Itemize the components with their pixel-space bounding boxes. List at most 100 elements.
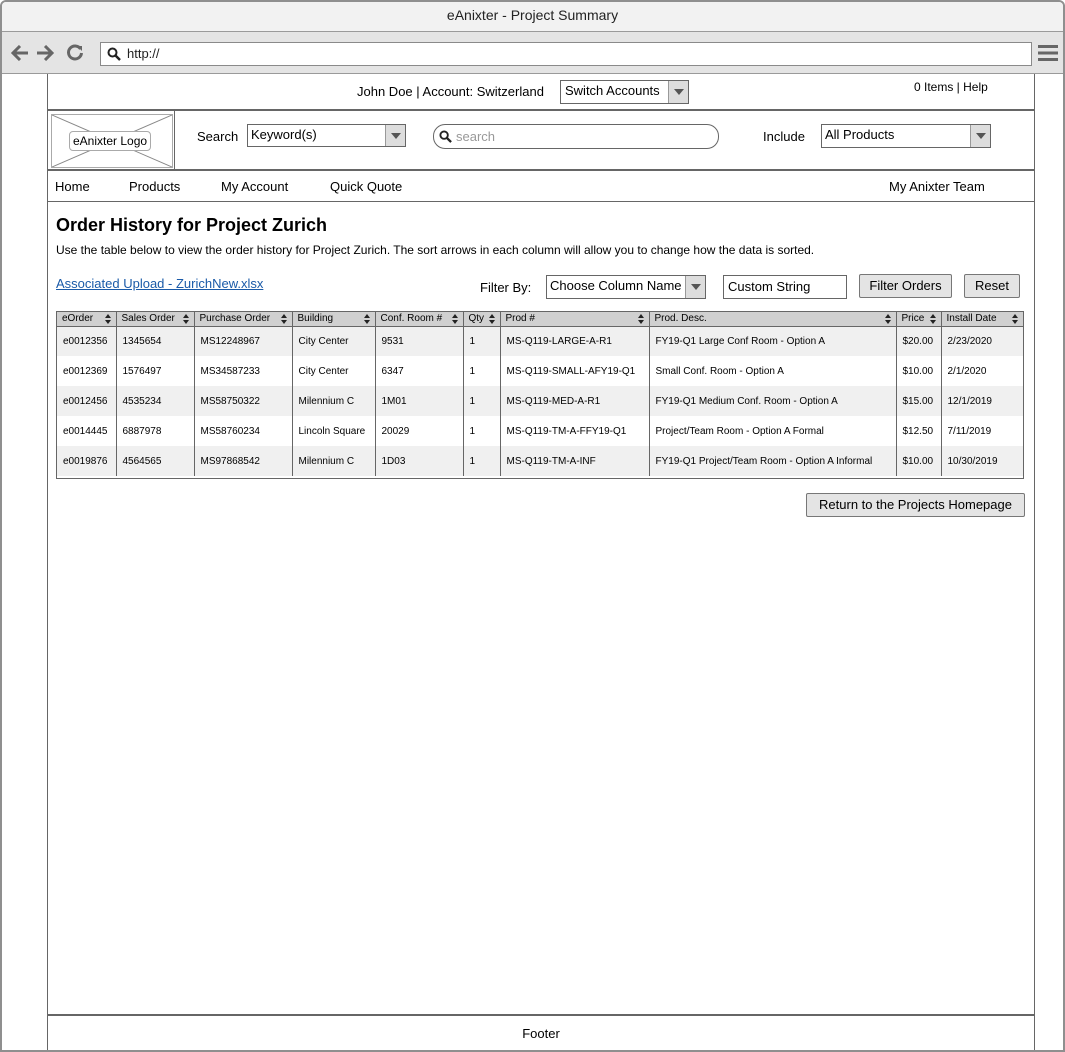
- column-header-purchase-order[interactable]: Purchase Order: [194, 312, 293, 327]
- chevron-down-icon: [385, 125, 405, 146]
- cell-sales-order: 4535234: [116, 386, 195, 416]
- nav-my-account[interactable]: My Account: [221, 179, 288, 194]
- chevron-down-icon: [970, 125, 990, 147]
- cell-prod-number: MS-Q119-MED-A-R1: [500, 386, 650, 416]
- cell-prod-desc: FY19-Q1 Project/Team Room - Option A Inf…: [649, 446, 897, 476]
- column-header-label: Building: [297, 313, 334, 325]
- back-button[interactable]: [10, 43, 30, 63]
- cell-prod-desc: FY19-Q1 Large Conf Room - Option A: [649, 326, 897, 356]
- sort-icon[interactable]: [104, 313, 111, 325]
- cell-price: $15.00: [896, 386, 942, 416]
- order-history-table: eOrder Sales Order Purchase Order Buildi…: [56, 311, 1024, 479]
- cell-building: Milennium C: [292, 386, 376, 416]
- cell-prod-desc: Project/Team Room - Option A Formal: [649, 416, 897, 446]
- sort-icon[interactable]: [182, 313, 189, 325]
- sort-icon[interactable]: [637, 313, 644, 325]
- browser-toolbar: http://: [2, 32, 1063, 74]
- cell-price: $10.00: [896, 446, 942, 476]
- keyword-select-value: Keyword(s): [251, 127, 317, 142]
- table-row[interactable]: e0019876 4564565 MS97868542 Milennium C …: [57, 446, 1023, 476]
- cell-price: $12.50: [896, 416, 942, 446]
- sort-icon[interactable]: [451, 313, 458, 325]
- cell-prod-number: MS-Q119-TM-A-INF: [500, 446, 650, 476]
- sort-icon[interactable]: [1012, 313, 1018, 325]
- nav-quick-quote[interactable]: Quick Quote: [330, 179, 402, 194]
- sort-icon[interactable]: [363, 313, 370, 325]
- cell-install-date: 2/1/2020: [947, 365, 987, 377]
- cell-building: City Center: [292, 326, 376, 356]
- nav-products[interactable]: Products: [129, 179, 180, 194]
- column-header-label: Purchase Order: [199, 313, 271, 325]
- reload-icon: [67, 44, 83, 61]
- include-products-select[interactable]: All Products: [821, 124, 991, 148]
- associated-upload-link[interactable]: Associated Upload - ZurichNew.xlsx: [56, 276, 263, 291]
- header-divider: [174, 111, 175, 169]
- table-row[interactable]: e0012456 4535234 MS58750322 Milennium C …: [57, 386, 1023, 416]
- forward-button[interactable]: [35, 43, 55, 63]
- items-help-links[interactable]: 0 Items | Help: [914, 80, 988, 94]
- custom-string-input[interactable]: Custom String: [723, 275, 847, 299]
- url-bar[interactable]: http://: [100, 42, 1032, 66]
- web-page: John Doe | Account: Switzerland Switch A…: [47, 74, 1035, 1050]
- table-row[interactable]: e0012356 1345654 MS12248967 City Center …: [57, 326, 1023, 356]
- filter-by-label: Filter By:: [480, 280, 532, 295]
- reload-button[interactable]: [65, 43, 85, 63]
- cell-install-date: 2/23/2020: [941, 326, 1023, 356]
- table-header-row: eOrder Sales Order Purchase Order Buildi…: [57, 312, 1023, 327]
- search-input[interactable]: search: [433, 124, 719, 149]
- column-header-conf-room[interactable]: Conf. Room #: [375, 312, 464, 327]
- keyword-select[interactable]: Keyword(s): [247, 124, 406, 147]
- column-name-value: Choose Column Name: [550, 278, 682, 293]
- cell-install-date: 10/30/2019: [941, 446, 1023, 476]
- cell-install-date: 7/11/2019: [947, 425, 992, 437]
- browser-menu-button[interactable]: [1038, 44, 1058, 67]
- cell-qty: 1: [463, 326, 501, 356]
- nav-home[interactable]: Home: [55, 179, 90, 194]
- column-header-building[interactable]: Building: [292, 312, 376, 327]
- cell-prod-desc: Small Conf. Room - Option A: [649, 356, 897, 386]
- switch-accounts-select[interactable]: Switch Accounts: [560, 80, 689, 104]
- forward-arrow-icon: [37, 45, 54, 61]
- cell-eorder: e0019876: [57, 446, 117, 476]
- table-row[interactable]: e0014445 6887978 MS58760234 Lincoln Squa…: [57, 416, 1023, 446]
- column-header-prod-number[interactable]: Prod #: [500, 312, 650, 327]
- column-header-label: Prod #: [505, 313, 535, 325]
- cell-sales-order: 6887978: [116, 416, 195, 446]
- filter-orders-button[interactable]: Filter Orders: [859, 274, 952, 298]
- browser-window: eAnixter - Project Summary http:// John …: [0, 0, 1065, 1052]
- window-title: eAnixter - Project Summary: [446, 7, 619, 23]
- cell-install-date: 12/1/2019: [941, 386, 1023, 416]
- logo-placeholder[interactable]: eAnixter Logo: [51, 114, 173, 168]
- cell-conf-room: 1M01: [375, 386, 464, 416]
- sort-icon[interactable]: [884, 313, 891, 325]
- column-header-label: Install Date: [946, 313, 997, 325]
- cell-purchase-order: MS97868542: [194, 446, 293, 476]
- search-icon: [107, 47, 121, 61]
- cell-eorder: e0012369: [57, 356, 117, 386]
- sort-icon[interactable]: [929, 313, 936, 325]
- reset-button[interactable]: Reset: [964, 274, 1020, 298]
- cell-qty: 1: [463, 416, 501, 446]
- column-header-qty[interactable]: Qty: [463, 312, 501, 327]
- cell-building: City Center: [292, 356, 376, 386]
- cell-conf-room: 6347: [375, 356, 464, 386]
- column-name-select[interactable]: Choose Column Name: [546, 275, 706, 299]
- account-info: John Doe | Account: Switzerland: [357, 84, 544, 99]
- cell-eorder: e0012456: [57, 386, 117, 416]
- cell-purchase-order: MS34587233: [194, 356, 293, 386]
- search-icon: [439, 130, 452, 143]
- cell-prod-number: MS-Q119-TM-A-FFY19-Q1: [500, 416, 650, 446]
- column-header-prod-desc[interactable]: Prod. Desc.: [649, 312, 897, 327]
- table-row[interactable]: e0012369 1576497 MS34587233 City Center …: [57, 356, 1023, 386]
- main-nav: Home Products My Account Quick Quote My …: [48, 171, 1034, 202]
- sort-icon[interactable]: [280, 313, 287, 325]
- sort-icon[interactable]: [488, 313, 495, 325]
- column-header-price[interactable]: Price: [896, 312, 942, 327]
- column-header-sales-order[interactable]: Sales Order: [116, 312, 195, 327]
- nav-my-anixter-team[interactable]: My Anixter Team: [889, 179, 985, 194]
- account-bar: John Doe | Account: Switzerland Switch A…: [48, 74, 1034, 111]
- return-to-projects-button[interactable]: Return to the Projects Homepage: [806, 493, 1025, 517]
- column-header-install-date[interactable]: Install Date: [941, 312, 1023, 327]
- back-arrow-icon: [11, 45, 28, 61]
- column-header-eorder[interactable]: eOrder: [57, 312, 117, 327]
